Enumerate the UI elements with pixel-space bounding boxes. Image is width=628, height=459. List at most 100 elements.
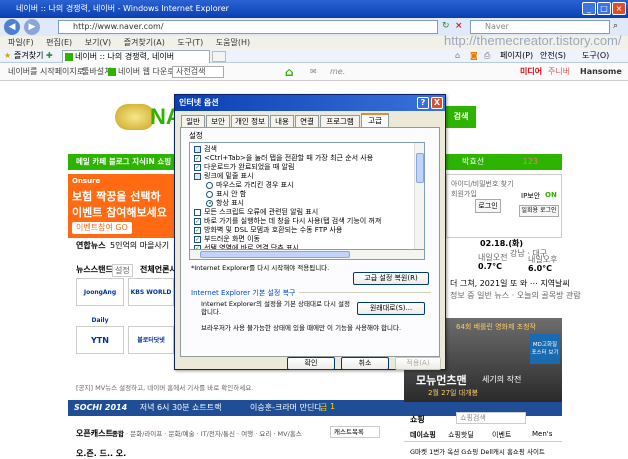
press-bloter[interactable]: 블로터닷넷 [128,326,174,354]
shop-tab[interactable]: 데이쇼핑 [410,430,436,440]
press-kbs[interactable]: KBS WORLD [128,278,174,306]
opencast-tab[interactable]: IT/전자/통신 [201,430,235,438]
menu-edit[interactable]: 편집(E) [46,38,72,47]
tab-connections[interactable]: 연결 [295,115,319,127]
add-favorite-icon[interactable]: ✚ [46,49,53,63]
menu-favorites[interactable]: 즐겨찾기(A) [124,38,165,47]
new-tab-button[interactable] [212,51,226,62]
stop-icon[interactable]: × [455,21,465,33]
maximize-button[interactable]: □ [597,2,611,15]
mail-icon[interactable]: ✉ [310,63,317,81]
naver-home-icon[interactable]: ⌂ [285,63,294,81]
media-link[interactable]: 미디어 [520,63,542,81]
ad-cta-button[interactable]: 이벤트참여 GO [72,222,132,234]
favorites-label[interactable]: 즐겨찾기 [14,49,43,63]
shop-tab[interactable]: 이벤트 [492,430,511,440]
news-headline[interactable]: 5인억의 마을사기 [110,240,169,251]
radio-unselected[interactable] [206,181,213,189]
checkbox-checked[interactable]: ✓ [194,163,201,171]
cancel-button[interactable]: 취소 [341,357,389,370]
shop-tab[interactable]: 쇼핑핫딜 [448,430,474,440]
search-icon[interactable]: ⌕ [613,21,618,31]
service-nav[interactable]: 메일 카페 블로그 지식iN 쇼핑 [68,154,174,170]
menu-view[interactable]: 보기(V) [85,38,111,47]
shop-search-input[interactable]: 쇼핑검색 [456,412,526,424]
juniver-link[interactable]: 주니버 [548,63,570,81]
opencast-tab[interactable]: 문화/예술 [168,430,194,438]
rss-icon[interactable]: ◙ [470,49,478,63]
checkbox-checked[interactable]: ✓ [194,154,201,162]
opencast-tab[interactable]: 문화/라이프 [130,430,162,438]
minimize-button[interactable]: _ [582,2,596,15]
refresh-icon[interactable]: ↻ [442,21,452,33]
newsstand-setting-button[interactable]: 설정 [112,264,133,277]
press-joongang[interactable]: JoongAng Daily [76,278,124,324]
menu-file[interactable]: 파일(F) [8,38,34,47]
folder-icon[interactable] [194,145,201,153]
search-input[interactable]: Naver [470,20,610,34]
hscroll-thumb[interactable] [200,251,350,258]
dialog-close-button[interactable]: X [431,97,443,109]
print-icon[interactable]: ⎙ [484,49,490,63]
opencast-tab[interactable]: 요리 [259,430,271,438]
checkbox-checked[interactable]: ✓ [194,235,201,243]
set-homepage-link[interactable]: 네이버를 시작페이지로 [8,63,84,81]
close-window-button[interactable]: × [612,2,626,15]
address-input[interactable]: http://www.naver.com/ [58,20,438,34]
tab-advanced[interactable]: 고급 [361,113,389,128]
me-icon[interactable]: me. [330,63,345,81]
weather-news[interactable]: 더 그쳐, 2021일 또 와 ⋯ 지역날씨 [450,278,570,289]
radio-selected[interactable] [206,199,213,207]
restore-advanced-button[interactable]: 고급 설정 복원(R) [353,272,429,285]
menu-tools[interactable]: 도구(T) [177,38,203,47]
safety-menu[interactable]: 안전(S) [540,49,566,63]
ok-button[interactable]: 확인 [287,357,335,370]
weather-news-2[interactable]: 정보 중 일반 뉴스 · 오늘의 골목방 관람 [450,290,581,301]
tree-horizontal-scrollbar[interactable] [189,250,425,260]
forward-arrow-icon[interactable]: ▶ [24,19,40,35]
sochi-ticker[interactable]: 이승훈-크라머 만딘다 [250,402,322,413]
cast-list-select[interactable]: 캐스트목록 [330,426,380,438]
all-press-tab[interactable]: 전체언론사 [140,264,177,275]
press-ytn[interactable]: YTN [76,326,124,354]
ip-security-toggle[interactable]: ON [545,191,557,199]
checkbox-unchecked[interactable] [194,208,201,216]
notification-count[interactable]: 123 [523,157,538,166]
login-button[interactable]: 로그인 [475,199,501,213]
help-button[interactable]: ? [417,97,429,109]
page-menu[interactable]: 페이지(P) [500,49,533,63]
scroll-thumb[interactable] [416,153,424,183]
signup-link[interactable]: 회원가입 [451,189,477,199]
apply-button[interactable]: 적용(A) [395,357,441,370]
star-icon[interactable]: ★ [4,49,11,63]
menu-help[interactable]: 도움말(H) [216,38,250,47]
checkbox-checked[interactable]: ✓ [194,226,201,234]
bottom-left-text[interactable]: 오.즌. 드.. 오. [76,448,126,459]
movie-hd-badge[interactable]: MD고화질 포스터 보기 [530,334,560,364]
radio-unselected[interactable] [206,190,213,198]
tab-security[interactable]: 보안 [206,115,230,127]
reset-button[interactable]: 원래대로(S)... [357,302,425,315]
back-arrow-icon[interactable]: ◀ [4,19,20,35]
find-id-link[interactable]: 아이디/비밀번호 찾기 [451,179,514,189]
newsstand-notice[interactable]: [공지] MV뉴스 설정하고, 네이버 홈에서 기사를 바로 확인하세요. [76,382,253,392]
hansome-link[interactable]: Hansome [580,63,622,81]
search-button[interactable]: 검색 [446,106,476,128]
tab-privacy[interactable]: 개인 정보 [231,115,269,127]
shop-tab[interactable]: Men's [532,430,552,438]
tree-checkbox-option[interactable]: ✓ 선택 영역에 바로 연결 단추 표시 [194,243,299,249]
tree-vertical-scrollbar[interactable] [414,143,424,249]
dictionary-search-box[interactable]: 사전검색 [172,66,224,78]
shop-footer[interactable]: G마켓 1번가 옥션 G쇼핑 Dell캐시 홈쇼핑 사이트 [410,446,545,456]
user-name[interactable]: 박효선 [462,157,484,166]
home-icon[interactable]: ⌂ [455,49,460,63]
onsure-ad[interactable]: Onsure 보험 짝꿍을 선택하 이벤트 참여해보세요 이벤트참여 GO [68,174,174,238]
settings-tree[interactable]: 검색 ✓ <Ctrl+Tab>을 눌러 탭을 전환할 때 가장 최근 순서 사용 ✓ 다… [189,142,425,250]
tab-naver[interactable]: 네이버 :: 나의 경쟁력, 네이버 [62,50,210,63]
opencast-tab[interactable]: 종합 [112,430,124,438]
onetime-login-button[interactable]: 일회용 로그인 [519,205,559,217]
tab-content[interactable]: 내용 [270,115,294,127]
tab-programs[interactable]: 프로그램 [320,115,360,127]
tab-general[interactable]: 일반 [181,115,205,127]
folder-icon[interactable] [194,172,201,180]
